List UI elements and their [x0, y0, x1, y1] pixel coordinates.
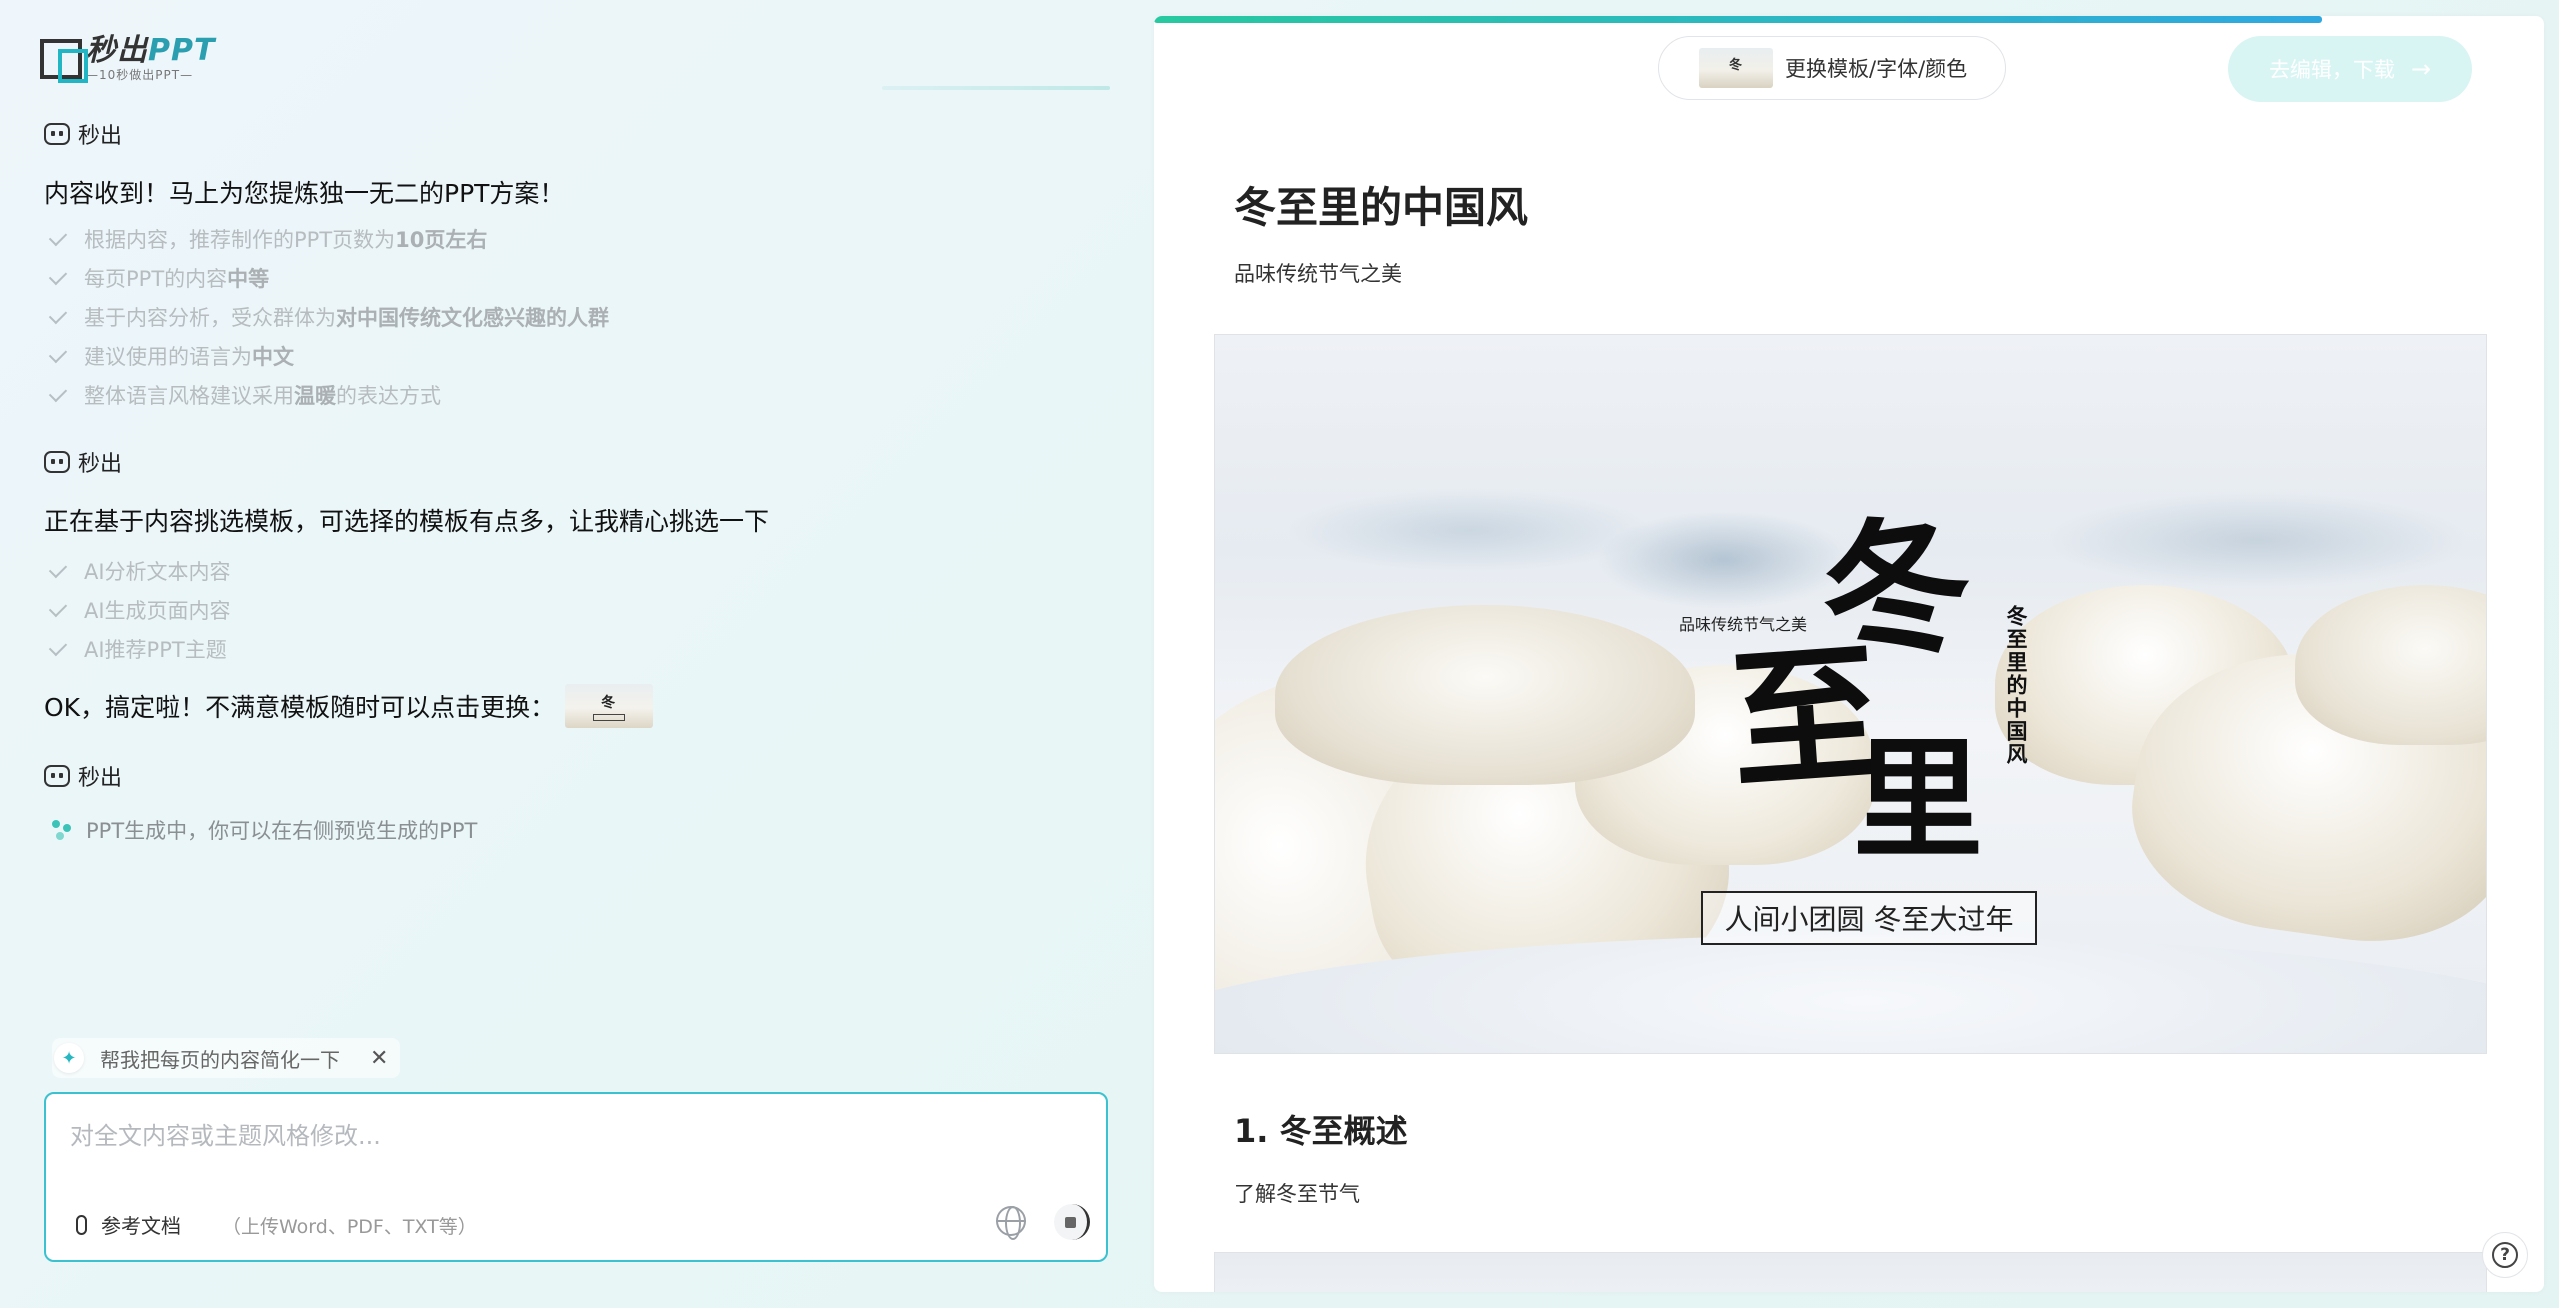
attach-label: 参考文档 — [101, 1214, 181, 1238]
section-title: 1. 冬至概述 — [1234, 1112, 1408, 1150]
chat-input-box: 参考文档 （上传Word、PDF、TXT等） — [44, 1092, 1108, 1262]
bot-message-done: OK，搞定啦！不满意模板随时可以点击更换： — [44, 684, 654, 728]
check-icon — [48, 637, 68, 656]
document-subtitle: 品味传统节气之美 — [1234, 262, 1402, 286]
globe-icon[interactable] — [996, 1206, 1026, 1240]
progress-step: 根据内容，推荐制作的PPT页数为 10页左右 — [48, 224, 488, 254]
template-thumbnail — [1699, 48, 1773, 88]
check-icon — [48, 266, 68, 285]
logo-text: 秒出PPT —10秒做出PPT— — [86, 36, 215, 82]
step-prefix: 根据内容，推荐制作的PPT页数为 — [84, 228, 396, 252]
check-icon — [48, 344, 68, 363]
step-text: AI生成页面内容 — [84, 599, 231, 623]
sender-name: 秒出 — [78, 766, 123, 791]
slide-vertical-title: 冬至里的中国风 — [2004, 605, 2029, 766]
step-text: AI推荐PPT主题 — [84, 638, 227, 662]
loading-line — [882, 86, 1110, 90]
dumpling-image — [2295, 585, 2486, 745]
sparkle-icon: ✦ — [54, 1043, 84, 1073]
generating-text: PPT生成中，你可以在右侧预览生成的PPT — [86, 819, 478, 843]
bot-message-text: 正在基于内容挑选模板，可选择的模板有点多，让我精心挑选一下 — [44, 507, 770, 536]
suggestion-text[interactable]: 帮我把每页的内容简化一下 — [100, 1044, 340, 1073]
logo-name: 秒出PPT — [86, 36, 215, 66]
template-thumbnail[interactable] — [565, 684, 654, 728]
chat-input[interactable] — [70, 1116, 1070, 1156]
edit-download-button[interactable]: 去编辑，下载 → — [2228, 36, 2472, 102]
step-prefix: 建议使用的语言为 — [84, 345, 252, 369]
check-icon — [48, 383, 68, 402]
section-subtitle: 了解冬至节气 — [1234, 1182, 1360, 1206]
sender-name: 秒出 — [78, 452, 123, 477]
step-bold: 对中国传统文化感兴趣的人群 — [336, 306, 609, 330]
slide-cover[interactable]: 品味传统节气之美 冬 至 里 冬至里的中国风 人间小团圆 冬至大过年 — [1214, 334, 2487, 1054]
bot-message-header: 秒出 — [44, 446, 122, 478]
dumpling-image — [1275, 605, 1695, 785]
check-icon — [48, 559, 68, 578]
generating-status: PPT生成中，你可以在右侧预览生成的PPT — [50, 815, 477, 845]
arrow-right-icon: → — [2410, 55, 2432, 83]
step-bold: 中文 — [252, 345, 294, 369]
stop-generation-button[interactable] — [1054, 1204, 1090, 1240]
robot-icon — [44, 123, 70, 145]
slide-2[interactable] — [1214, 1252, 2487, 1292]
progress-step: 每页PPT的内容 中等 — [48, 263, 270, 293]
step-prefix: 基于内容分析，受众群体为 — [84, 306, 336, 330]
change-template-label: 更换模板/字体/颜色 — [1785, 57, 1968, 81]
help-button[interactable]: ? — [2482, 1232, 2528, 1278]
check-icon — [48, 598, 68, 617]
edit-download-label: 去编辑，下载 — [2268, 58, 2395, 82]
step-text: AI分析文本内容 — [84, 560, 231, 584]
done-text: OK，搞定啦！不满意模板随时可以点击更换： — [44, 693, 556, 722]
paperclip-icon — [76, 1214, 87, 1235]
loading-dots-icon — [50, 818, 74, 842]
progress-step: 基于内容分析，受众群体为 对中国传统文化感兴趣的人群 — [48, 302, 609, 332]
robot-icon — [44, 451, 70, 473]
step-prefix: 每页PPT的内容 — [84, 267, 228, 291]
progress-step: AI推荐PPT主题 — [48, 634, 227, 664]
sender-name: 秒出 — [78, 124, 123, 149]
generation-progress-bar — [1154, 16, 2322, 23]
step-bold: 中等 — [227, 267, 270, 291]
progress-step: 建议使用的语言为 中文 — [48, 341, 294, 371]
check-icon — [48, 227, 68, 246]
step-prefix: 整体语言风格建议采用 — [84, 384, 294, 408]
step-bold: 10页左右 — [395, 228, 488, 252]
bot-message-header: 秒出 — [44, 760, 122, 792]
app-logo[interactable]: 秒出PPT —10秒做出PPT— — [40, 36, 215, 83]
logo-mark-icon — [40, 38, 88, 83]
progress-step: AI分析文本内容 — [48, 556, 231, 586]
attach-document-button[interactable]: 参考文档 — [76, 1210, 181, 1239]
logo-name-part2: PPT — [148, 33, 216, 68]
logo-tagline: —10秒做出PPT— — [86, 68, 194, 82]
document-title: 冬至里的中国风 — [1234, 183, 1529, 232]
logo-name-part1: 秒出 — [86, 33, 148, 68]
slide-slogan-box: 人间小团圆 冬至大过年 — [1701, 891, 2037, 945]
close-icon[interactable]: ✕ — [370, 1046, 388, 1071]
robot-icon — [44, 765, 70, 787]
progress-step: AI生成页面内容 — [48, 595, 231, 625]
step-bold: 温暖 — [294, 384, 336, 408]
bot-message-text: 内容收到！马上为您提炼独一无二的PPT方案！ — [44, 179, 565, 208]
step-suffix: 的表达方式 — [336, 384, 441, 408]
progress-step: 整体语言风格建议采用 温暖 的表达方式 — [48, 380, 441, 410]
help-icon: ? — [2492, 1242, 2518, 1268]
bot-message-header: 秒出 — [44, 118, 122, 150]
attach-hint: （上传Word、PDF、TXT等） — [222, 1216, 477, 1238]
chat-panel: 秒出PPT —10秒做出PPT— 秒出 内容收到！马上为您提炼独一无二的PPT方… — [0, 0, 1140, 1308]
check-icon — [48, 305, 68, 324]
preview-panel: 更换模板/字体/颜色 去编辑，下载 → 冬至里的中国风 品味传统节气之美 品味传… — [1154, 16, 2544, 1292]
suggestion-chip[interactable]: ✦ 帮我把每页的内容简化一下 ✕ — [52, 1038, 401, 1078]
change-template-button[interactable]: 更换模板/字体/颜色 — [1658, 36, 2007, 100]
slide-char-in: 里 — [1853, 723, 1984, 876]
